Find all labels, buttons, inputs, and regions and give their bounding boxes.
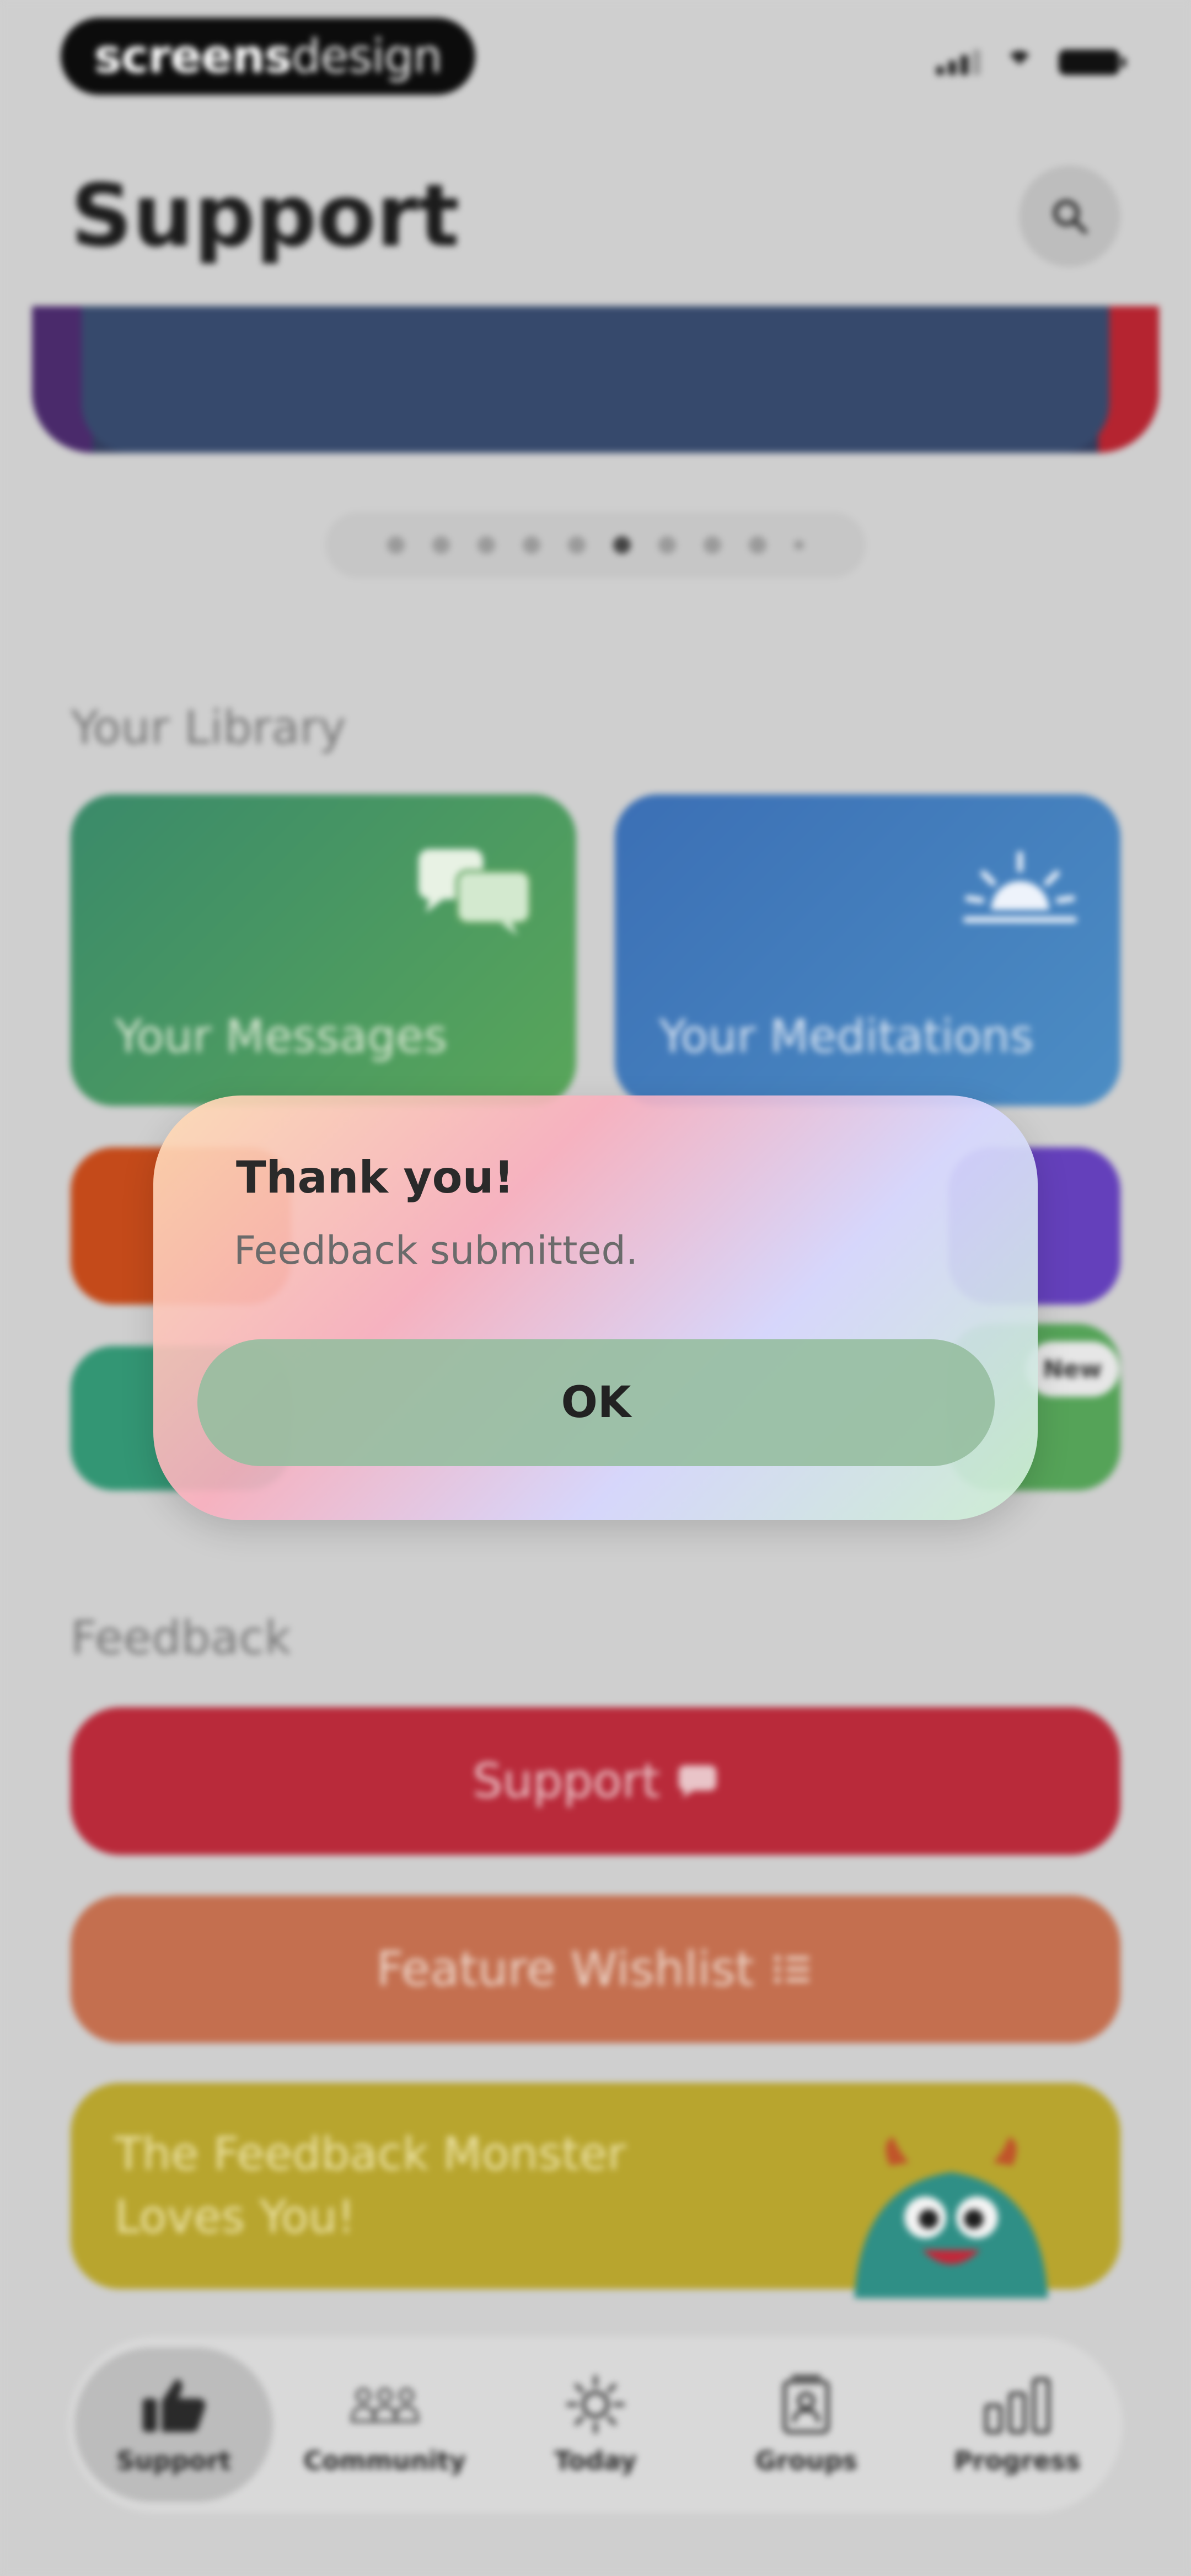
chat-bubbles-icon — [419, 849, 532, 936]
tab-today-label: Today — [554, 2446, 637, 2476]
chat-icon — [678, 1765, 717, 1798]
carousel-banner[interactable] — [32, 306, 1159, 453]
groups-icon — [783, 2375, 830, 2434]
support-button-label: Support — [473, 1754, 660, 1809]
tab-support-label: Support — [116, 2446, 232, 2476]
wifi-icon — [1000, 49, 1039, 78]
battery-icon — [1059, 50, 1126, 75]
bottom-tab-bar: Support Community Today Groups Progress — [68, 2337, 1123, 2513]
tab-progress[interactable]: Progress — [918, 2348, 1117, 2502]
page-dot — [704, 536, 721, 554]
screensdesign-logo: screens design — [61, 18, 475, 95]
page-dot — [523, 536, 540, 554]
tab-today[interactable]: Today — [496, 2348, 695, 2502]
page-dot — [749, 536, 766, 554]
feedback-section-label: Feedback — [71, 1611, 292, 1665]
community-icon — [351, 2388, 419, 2423]
sunrise-icon — [963, 851, 1077, 923]
feedback-monster-label: The Feedback Monster Loves You! — [115, 2128, 626, 2243]
tab-groups[interactable]: Groups — [707, 2348, 905, 2502]
tab-support[interactable]: Support — [74, 2348, 273, 2502]
page-dot — [387, 536, 405, 554]
support-button[interactable]: Support — [71, 1707, 1120, 1855]
status-icons — [936, 49, 1126, 78]
logo-bold-text: screens — [94, 29, 292, 83]
list-icon — [774, 1955, 810, 1984]
your-messages-label: Your Messages — [115, 1011, 448, 1063]
feedback-monster-illustration — [854, 2136, 1048, 2299]
page-dot — [432, 536, 450, 554]
dialog-message: Feedback submitted. — [234, 1228, 639, 1273]
carousel-page-indicator[interactable] — [325, 512, 866, 578]
bar-chart-icon — [984, 2377, 1050, 2434]
tab-community-label: Community — [303, 2446, 466, 2476]
new-badge: New — [1026, 1342, 1119, 1397]
library-section-label: Your Library — [71, 701, 346, 755]
your-meditations-label: Your Meditations — [659, 1011, 1034, 1063]
page-dot-active — [613, 536, 631, 554]
feature-wishlist-label: Feature Wishlist — [376, 1942, 754, 1997]
tab-groups-label: Groups — [755, 2446, 857, 2476]
your-messages-card[interactable]: Your Messages — [71, 794, 576, 1106]
page-dot — [478, 536, 495, 554]
search-icon — [1053, 200, 1087, 234]
your-meditations-card[interactable]: Your Meditations — [615, 794, 1120, 1106]
page-dot — [794, 540, 804, 550]
cellular-signal-icon — [936, 50, 980, 75]
tab-community[interactable]: Community — [286, 2348, 484, 2502]
logo-light-text: design — [291, 29, 443, 83]
ok-button[interactable]: OK — [197, 1339, 995, 1466]
search-button[interactable] — [1019, 165, 1120, 267]
feature-wishlist-button[interactable]: Feature Wishlist — [71, 1895, 1120, 2043]
dialog-title: Thank you! — [236, 1152, 514, 1203]
thumbs-up-icon — [142, 2379, 206, 2432]
sun-icon — [566, 2375, 625, 2434]
tab-progress-label: Progress — [953, 2446, 1081, 2476]
feedback-confirmation-dialog: Thank you! Feedback submitted. OK — [153, 1095, 1038, 1520]
page-title: Support — [71, 165, 460, 266]
page-dot — [658, 536, 676, 554]
page-dot — [568, 536, 586, 554]
